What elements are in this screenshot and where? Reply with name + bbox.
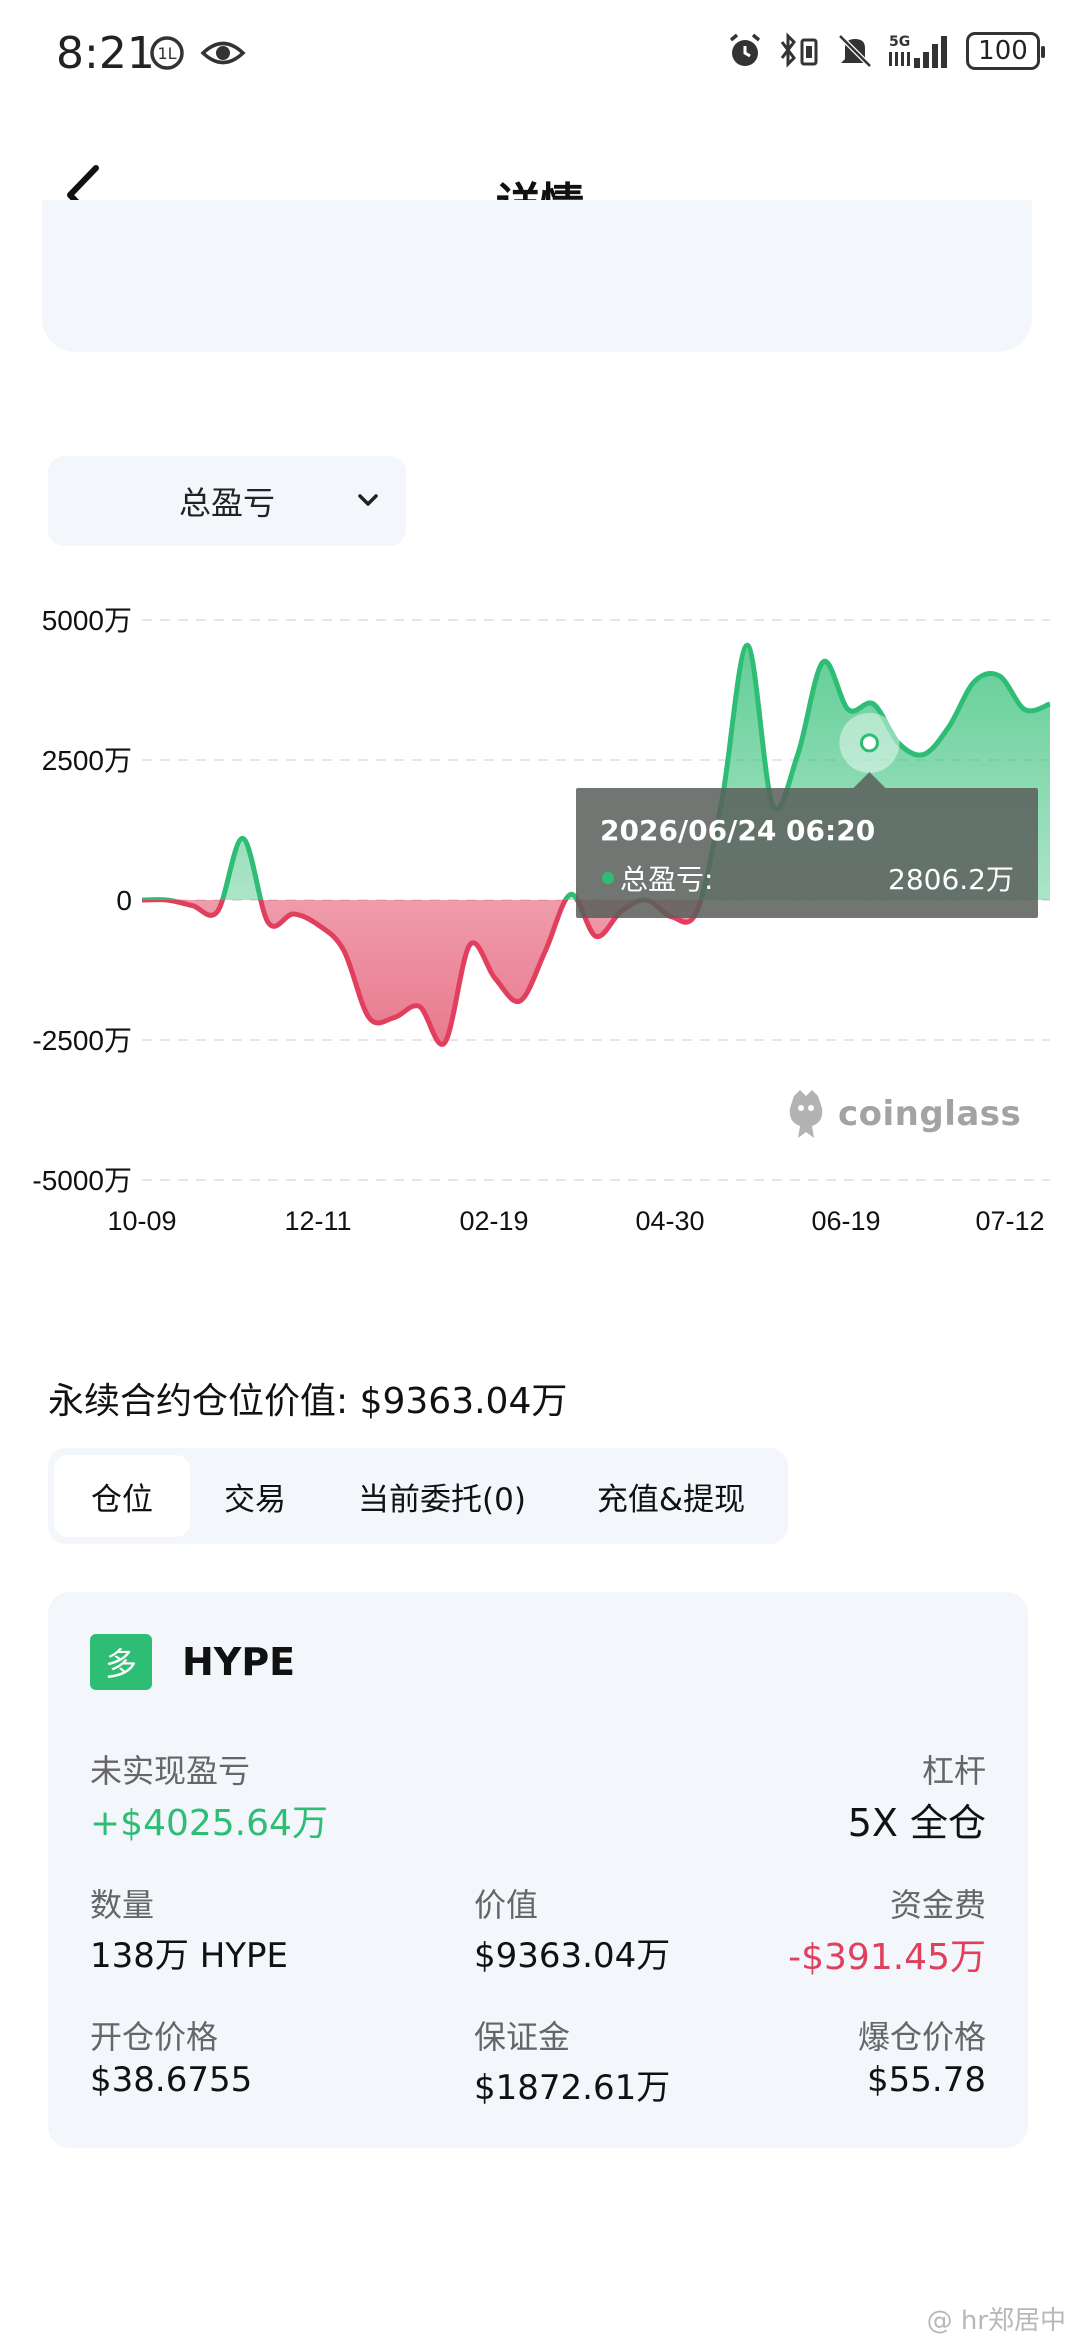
coinglass-watermark: coinglass <box>784 1088 1021 1140</box>
funding-value: -$391.45万 <box>788 1937 986 1978</box>
tab-deposit-withdraw[interactable]: 充值&提现 <box>564 1455 778 1537</box>
network-label: 5G <box>889 34 910 50</box>
margin-value: $1872.61万 <box>474 2068 671 2108</box>
y-tick-label: 0 <box>116 885 132 916</box>
tooltip-series-dot <box>602 872 614 884</box>
y-tick-label: 5000万 <box>42 605 132 636</box>
chart-tooltip: 2026/06/24 06:20 总盈亏: 2806.2万 <box>576 788 1038 918</box>
status-left-icons: 1L <box>148 34 246 72</box>
perp-position-value: 永续合约仓位价值: $9363.04万 <box>48 1381 568 1422</box>
tab-open-orders[interactable]: 当前委托(0) <box>320 1455 564 1537</box>
liquidation-price-value: $55.78 <box>867 2060 986 2100</box>
svg-text:1L: 1L <box>157 44 176 63</box>
eye-icon <box>200 34 246 72</box>
unrealized-pnl-label: 未实现盈亏 <box>90 1752 251 1790</box>
x-tick-label: 12-11 <box>284 1206 351 1236</box>
unrealized-pnl-value: +$4025.64万 <box>90 1803 328 1844</box>
status-time: 8:21 <box>56 28 155 79</box>
position-tabs: 仓位 交易 当前委托(0) 充值&提现 <box>48 1448 788 1544</box>
tab-positions[interactable]: 仓位 <box>54 1455 190 1537</box>
tooltip-date: 2026/06/24 06:20 <box>600 814 876 847</box>
margin-label: 保证金 <box>474 2018 571 2056</box>
metric-dropdown-label: 总盈亏 <box>178 484 275 522</box>
tooltip-value: 2806.2万 <box>888 863 1014 896</box>
mute-icon <box>836 32 874 70</box>
value-value: $9363.04万 <box>474 1936 671 1976</box>
tab-trades[interactable]: 交易 <box>190 1455 320 1537</box>
position-card[interactable]: 多 HYPE 未实现盈亏 +$4025.64万 杠杆 5X 全仓 数量 138万… <box>48 1592 1028 2148</box>
hover-point <box>859 733 879 753</box>
x-tick-label: 07-12 <box>975 1206 1044 1236</box>
footer-watermark: @ hr郑居中 <box>926 2306 1066 2336</box>
y-tick-label: -5000万 <box>32 1165 132 1196</box>
tooltip-label: 总盈亏: <box>620 863 714 896</box>
summary-card <box>42 200 1032 352</box>
alarm-icon <box>726 32 764 70</box>
x-tick-label: 02-19 <box>459 1206 528 1236</box>
long-badge: 多 <box>90 1634 152 1690</box>
battery-icon: 100 <box>966 32 1045 70</box>
x-tick-label: 04-30 <box>635 1206 704 1236</box>
status-bar: 8:21 1L 5G 100 <box>0 0 1080 110</box>
watermark-text: coinglass <box>838 1094 1022 1134</box>
bluetooth-vibrate-icon <box>778 32 822 70</box>
quantity-value: 138万 HYPE <box>90 1936 289 1976</box>
chevron-down-icon <box>354 486 382 514</box>
leverage-value: 5X 全仓 <box>847 1801 986 1845</box>
entry-price-label: 开仓价格 <box>90 2018 219 2056</box>
hd-icon: 1L <box>148 34 186 72</box>
y-tick-label: 2500万 <box>42 745 132 776</box>
y-tick-label: -2500万 <box>32 1025 132 1056</box>
entry-price-value: $38.6755 <box>90 2060 253 2100</box>
funding-label: 资金费 <box>889 1886 986 1924</box>
value-label: 价值 <box>474 1886 539 1924</box>
pnl-chart-svg[interactable]: 5000万 2500万 0 -2500万 -5000万 10-09 12-11 02-19 04… <box>0 590 1080 1250</box>
leverage-label: 杠杆 <box>921 1752 986 1790</box>
status-right-icons: 5G 100 <box>726 32 1045 70</box>
coinglass-logo-icon <box>789 1090 823 1138</box>
pnl-chart[interactable]: 5000万 2500万 0 -2500万 -5000万 10-09 12-11 02-19 04… <box>0 590 1080 1250</box>
quantity-label: 数量 <box>90 1886 155 1924</box>
liquidation-price-label: 爆仓价格 <box>857 2018 986 2056</box>
metric-dropdown[interactable]: 总盈亏 <box>48 456 406 546</box>
position-symbol: HYPE <box>182 1640 296 1684</box>
x-tick-label: 10-09 <box>107 1206 176 1236</box>
signal-icon: 5G <box>888 32 952 70</box>
x-tick-label: 06-19 <box>811 1206 880 1236</box>
